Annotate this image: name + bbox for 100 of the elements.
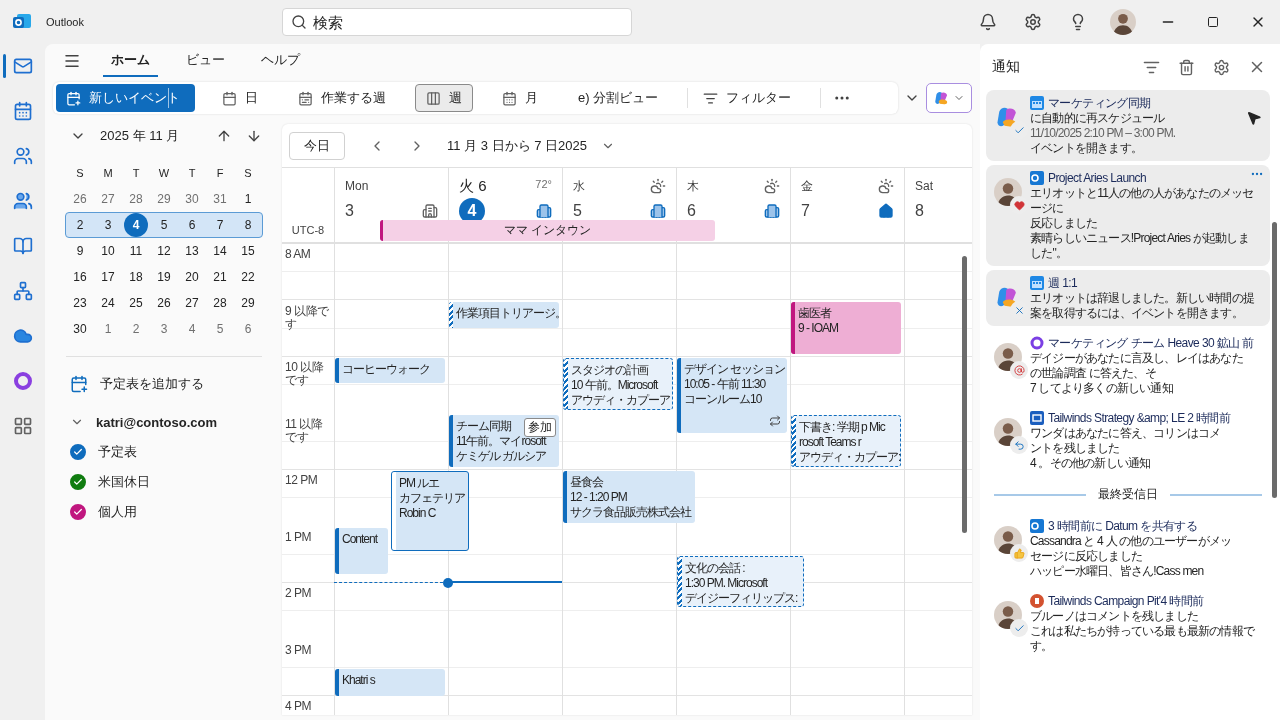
calendar-day[interactable]: 24: [96, 291, 120, 315]
calendar-event[interactable]: チーム同期 参加 11午前。マイrosoft ケミゲル ガルシア: [449, 414, 559, 467]
notification-card[interactable]: マーケティング同期 に自動的に再スケジュール 11/10/2025 2:10 PM – 3:00 PM. イベントを開きます。: [986, 90, 1270, 161]
calendar-checkbox[interactable]: [70, 444, 86, 460]
calendar-event[interactable]: Content: [335, 527, 388, 574]
calendar-event[interactable]: Khatri s: [335, 668, 445, 697]
calendar-day[interactable]: 2: [68, 213, 92, 237]
calendar-checkbox[interactable]: [70, 504, 86, 520]
calendar-day[interactable]: 6: [180, 213, 204, 237]
menu-icon[interactable]: [63, 52, 81, 70]
calendar-day[interactable]: 10: [96, 239, 120, 263]
group-icon[interactable]: [12, 191, 33, 211]
calendar-day[interactable]: 16: [68, 265, 92, 289]
calendar-event[interactable]: コーヒーウォーク: [335, 358, 445, 383]
add-calendar-link[interactable]: 予定表を追加する: [66, 369, 262, 399]
scrollbar[interactable]: [962, 256, 967, 533]
new-event-button[interactable]: 新しいイベント: [56, 84, 195, 112]
calendar-day[interactable]: 22: [236, 265, 260, 289]
calendar-day[interactable]: 1: [96, 317, 120, 341]
org-chart-icon[interactable]: [12, 281, 33, 301]
calendar-event[interactable]: 作業項目トリアージ。: [449, 301, 559, 328]
calendar-day[interactable]: 30: [180, 187, 204, 211]
calendar-event[interactable]: 文化の会話 : 1:30 PM. Microsoft デイジーフィリップス:: [677, 555, 804, 608]
calendar-day[interactable]: 5: [208, 317, 232, 341]
calendar-day[interactable]: 17: [96, 265, 120, 289]
calendar-day[interactable]: 5: [152, 213, 176, 237]
book-icon[interactable]: [12, 236, 33, 256]
notification-card[interactable]: 週 1:1 エリオットは辞退しました。新しい時間の提 案を取得するには、イベントを開きます。: [986, 270, 1270, 326]
day-name: 木: [687, 177, 700, 195]
event-detail: 12 - 1:20 PM: [570, 490, 627, 505]
day-date[interactable]: 3: [345, 198, 354, 224]
calendar-day[interactable]: 21: [208, 265, 232, 289]
view-button[interactable]: e) 分割ビュー: [567, 84, 670, 112]
calendar-day[interactable]: 4: [180, 317, 204, 341]
calendar-app-icon: [1030, 96, 1044, 110]
view-button[interactable]: 日: [211, 84, 269, 112]
calendar-day[interactable]: 15: [236, 239, 260, 263]
calendar-day[interactable]: 26: [68, 187, 92, 211]
bell-icon[interactable]: [978, 13, 997, 31]
mail-icon[interactable]: [12, 56, 33, 76]
calendar-day[interactable]: 29: [236, 291, 260, 315]
calendar-event[interactable]: デザイン セッション 10:05 - 午前 11:30 コーンルーム10: [677, 358, 787, 433]
calendar-event[interactable]: スタジオの計画 10 午前。Microsoft アウディ・カプーア: [563, 358, 673, 411]
calendar-day[interactable]: 19: [152, 265, 176, 289]
calendar-day[interactable]: 23: [68, 291, 92, 315]
settings-icon[interactable]: [1023, 13, 1042, 31]
view-button[interactable]: 作業する週: [287, 84, 397, 112]
calendar-day[interactable]: 27: [96, 187, 120, 211]
maximize-icon[interactable]: [1206, 16, 1219, 28]
trash-icon[interactable]: [1178, 58, 1195, 76]
calendar-day[interactable]: 3: [96, 213, 120, 237]
calendar-day[interactable]: 6: [236, 317, 260, 341]
today-button[interactable]: 今日: [289, 131, 345, 160]
view-button[interactable]: 月: [491, 84, 549, 112]
calendar-day[interactable]: 12: [152, 239, 176, 263]
calendar-day[interactable]: 31: [208, 187, 232, 211]
view-button[interactable]: 週: [415, 84, 473, 112]
ribbon-tab[interactable]: ビュー: [178, 45, 233, 77]
calendar-day[interactable]: 7: [208, 213, 232, 237]
user-avatar[interactable]: [1109, 9, 1136, 35]
all-day-event[interactable]: ママ インタウン: [380, 220, 715, 241]
cloud-icon[interactable]: [12, 326, 33, 346]
calendar-day[interactable]: 27: [180, 291, 204, 315]
calendar-day[interactable]: 1: [236, 187, 260, 211]
calendar-day[interactable]: 29: [152, 187, 176, 211]
filter-button[interactable]: フィルター: [692, 84, 803, 112]
calendar-day[interactable]: 30: [68, 317, 92, 341]
calendar-day[interactable]: 8: [236, 213, 260, 237]
calendar-day[interactable]: 2: [124, 317, 148, 341]
ribbon-tab[interactable]: ホーム: [103, 45, 158, 77]
scrollbar[interactable]: [1272, 222, 1277, 498]
calendar-day[interactable]: 26: [152, 291, 176, 315]
calendar-event[interactable]: 下書き: 学期 p Mic rosoft Teams r アウディ・カプーア:: [791, 414, 901, 467]
people-icon[interactable]: [12, 146, 33, 166]
calendar-day[interactable]: 28: [208, 291, 232, 315]
calendar-day[interactable]: 13: [180, 239, 204, 263]
search-field[interactable]: 検索: [282, 8, 632, 36]
copilot-button[interactable]: [926, 83, 972, 113]
day-date[interactable]: 7: [801, 198, 810, 224]
calendar-day[interactable]: 14: [208, 239, 232, 263]
notification-card[interactable]: Project Aries Launch エリオットと11人の他の人があなたのメッセージに 反応しました 素晴らしいニュース!Project Aries が起動しました"。: [986, 165, 1270, 266]
calendar-day[interactable]: 20: [180, 265, 204, 289]
apps-icon[interactable]: [12, 416, 33, 436]
calendar-day[interactable]: 4: [124, 213, 148, 237]
settings-icon[interactable]: [1213, 58, 1230, 76]
calendar-checkbox[interactable]: [70, 474, 86, 490]
ring-icon[interactable]: [12, 371, 33, 391]
calendar-day[interactable]: 9: [68, 239, 92, 263]
calendar-event[interactable]: 歯医者 9 - IOAM: [791, 301, 901, 355]
calendar-day[interactable]: 11: [124, 239, 148, 263]
calendar-day[interactable]: 3: [152, 317, 176, 341]
join-button[interactable]: 参加: [524, 417, 556, 437]
calendar-day[interactable]: 18: [124, 265, 148, 289]
calendar-event[interactable]: 昼食会 12 - 1:20 PM サクラ食品販売株式会社: [563, 471, 695, 524]
calendar-event[interactable]: PM ルエ カフェテリア Robin C: [391, 471, 469, 551]
calendar-icon[interactable]: [12, 101, 33, 121]
calendar-day[interactable]: 25: [124, 291, 148, 315]
ribbon-tab[interactable]: ヘルプ: [253, 45, 308, 77]
calendar-day[interactable]: 28: [124, 187, 148, 211]
day-date[interactable]: 8: [915, 198, 924, 224]
